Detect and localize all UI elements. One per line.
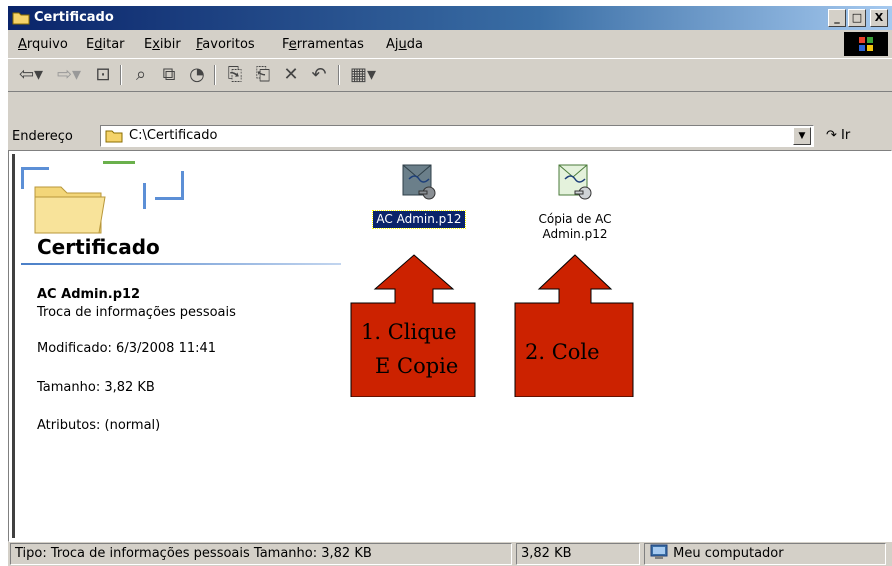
- maximize-button[interactable]: □: [848, 9, 866, 27]
- selected-file-name: AC Admin.p12: [37, 287, 141, 302]
- title-bar[interactable]: Certificado _ □ X: [8, 6, 892, 30]
- menu-arquivo[interactable]: Arquivo: [18, 37, 68, 52]
- address-input[interactable]: C:\Certificado ▼: [100, 125, 814, 147]
- selected-file-type: Troca de informações pessoais: [37, 305, 236, 320]
- folder-icon: [12, 12, 30, 25]
- folder-icon: [105, 130, 123, 143]
- toolbar-separator: [214, 65, 216, 85]
- file-item-copia-ac-admin[interactable]: Cópia de AC Admin.p12: [505, 161, 645, 243]
- certificate-file-icon: [558, 164, 592, 200]
- callout-step1-line1: 1. Clique: [361, 320, 457, 344]
- selected-file-attributes: Atributos: (normal): [37, 418, 161, 433]
- folder-content: Certificado AC Admin.p12 Troca de inform…: [8, 150, 892, 542]
- file-label: AC Admin.p12: [372, 210, 466, 229]
- content-left-border: [12, 154, 15, 538]
- minimize-button[interactable]: _: [828, 9, 846, 27]
- menu-bar: Arquivo Editar Exibir Favoritos Ferramen…: [8, 32, 892, 56]
- file-item-ac-admin[interactable]: AC Admin.p12: [349, 161, 489, 229]
- search-icon[interactable]: ⌕: [128, 63, 154, 87]
- callout-step2: 2. Cole: [525, 340, 600, 364]
- windows-logo-icon: [844, 32, 888, 56]
- close-button[interactable]: X: [870, 9, 888, 27]
- explorer-window: Certificado _ □ X Arquivo Editar Exibir …: [8, 6, 892, 566]
- standard-toolbar: ⇦▾ ⇨▾ ⊡ ⌕ ⧉ ◔ ⎘ ⎗ ✕ ↶ ▦▾: [8, 58, 892, 92]
- window-title: Certificado: [34, 10, 114, 25]
- toolbar-separator: [120, 65, 122, 85]
- file-label: Cópia de AC Admin.p12: [538, 212, 612, 241]
- callout-click-copy: 1. Clique E Copie: [349, 253, 479, 398]
- status-details: Tipo: Troca de informações pessoais Tama…: [10, 543, 512, 565]
- certificate-file-icon: [402, 164, 436, 200]
- callout-paste: 2. Cole: [513, 253, 637, 398]
- move-to-icon[interactable]: ⎘: [222, 63, 248, 87]
- address-label: Endereço: [12, 129, 73, 144]
- delete-icon[interactable]: ✕: [278, 63, 304, 87]
- menu-ferramentas[interactable]: Ferramentas: [282, 37, 364, 52]
- folder-banner-icon: [21, 161, 184, 234]
- go-label: Ir: [841, 128, 851, 143]
- copy-to-icon[interactable]: ⎗: [250, 63, 276, 87]
- arrow-up-icon: [514, 254, 634, 398]
- undo-icon[interactable]: ↶: [306, 63, 332, 87]
- status-zone-label: Meu computador: [673, 546, 784, 561]
- back-icon[interactable]: ⇦▾: [16, 63, 46, 87]
- address-bar: Endereço C:\Certificado ▼ ↷ Ir: [8, 122, 892, 150]
- menu-favoritos[interactable]: Favoritos: [196, 37, 255, 52]
- go-button[interactable]: ↷ Ir: [826, 128, 850, 143]
- status-zone: Meu computador: [644, 543, 886, 565]
- status-size: 3,82 KB: [516, 543, 640, 565]
- up-folder-icon[interactable]: ⊡: [90, 63, 116, 87]
- views-icon[interactable]: ▦▾: [346, 63, 380, 87]
- address-path: C:\Certificado: [129, 128, 218, 143]
- menu-editar[interactable]: Editar: [86, 37, 125, 52]
- my-computer-icon: [650, 544, 668, 559]
- panel-divider: [21, 263, 341, 265]
- go-arrow-icon: ↷: [826, 128, 837, 143]
- folders-icon[interactable]: ⧉: [156, 63, 182, 87]
- selected-file-size: Tamanho: 3,82 KB: [37, 380, 155, 395]
- chevron-down-icon[interactable]: ▼: [793, 127, 811, 145]
- status-bar: Tipo: Troca de informações pessoais Tama…: [8, 540, 892, 566]
- panel-title: Certificado: [37, 235, 160, 259]
- history-icon[interactable]: ◔: [184, 63, 210, 87]
- menu-ajuda[interactable]: Ajuda: [386, 37, 423, 52]
- forward-icon[interactable]: ⇨▾: [52, 63, 86, 87]
- callout-step1-line2: E Copie: [375, 354, 459, 378]
- menu-exibir[interactable]: Exibir: [144, 37, 181, 52]
- toolbar-separator: [338, 65, 340, 85]
- selected-file-modified: Modificado: 6/3/2008 11:41: [37, 341, 217, 356]
